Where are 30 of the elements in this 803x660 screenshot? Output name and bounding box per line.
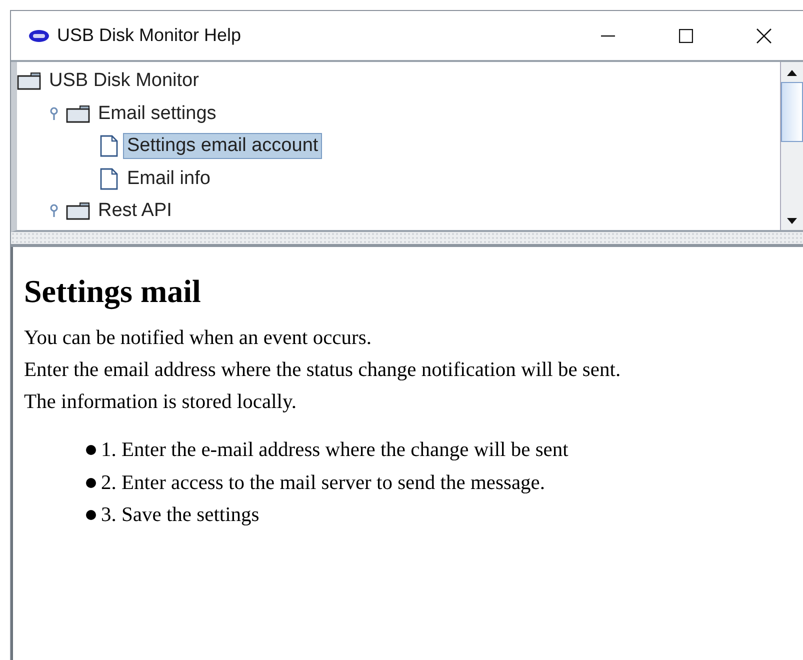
tree-item[interactable]: Email info	[123, 166, 214, 192]
folder-icon	[66, 104, 90, 123]
tree-item[interactable]: Email settings	[94, 100, 220, 127]
body-text: The information is stored locally.	[24, 390, 298, 415]
window-title: USB Disk Monitor Help	[57, 25, 242, 46]
scrollbar[interactable]	[780, 62, 803, 230]
bullet-icon	[86, 445, 96, 456]
document-icon	[99, 135, 119, 158]
close-icon	[756, 28, 772, 44]
bullet-icon	[86, 478, 96, 488]
maximize-icon	[679, 28, 693, 42]
minimize-icon	[601, 34, 615, 36]
body-text: Enter the email address where the status change notification will be sent.	[24, 358, 622, 383]
list-item: 1. Enter the e-mail address where the change will be sent	[101, 438, 568, 463]
usb-logo-icon	[29, 30, 49, 42]
body-text: You can be notified when an event occurs.	[24, 326, 372, 351]
folder-icon	[17, 72, 41, 90]
folder-icon	[66, 202, 90, 220]
tree-item[interactable]: Settings email account	[123, 133, 322, 160]
page-heading: Settings mail	[24, 273, 202, 310]
scroll-thumb[interactable]	[781, 82, 803, 142]
list-item: 3. Save the settings	[101, 503, 260, 528]
tree-item[interactable]: Rest API	[94, 198, 176, 224]
scroll-down-icon[interactable]	[785, 216, 799, 226]
bullet-icon	[86, 510, 96, 520]
scroll-up-icon[interactable]	[785, 68, 799, 78]
tree-item[interactable]: USB Disk Monitor	[45, 68, 203, 94]
splitter[interactable]	[11, 232, 803, 247]
list-item: 2. Enter access to the mail server to send the message.	[101, 470, 546, 496]
document-icon	[99, 168, 119, 190]
